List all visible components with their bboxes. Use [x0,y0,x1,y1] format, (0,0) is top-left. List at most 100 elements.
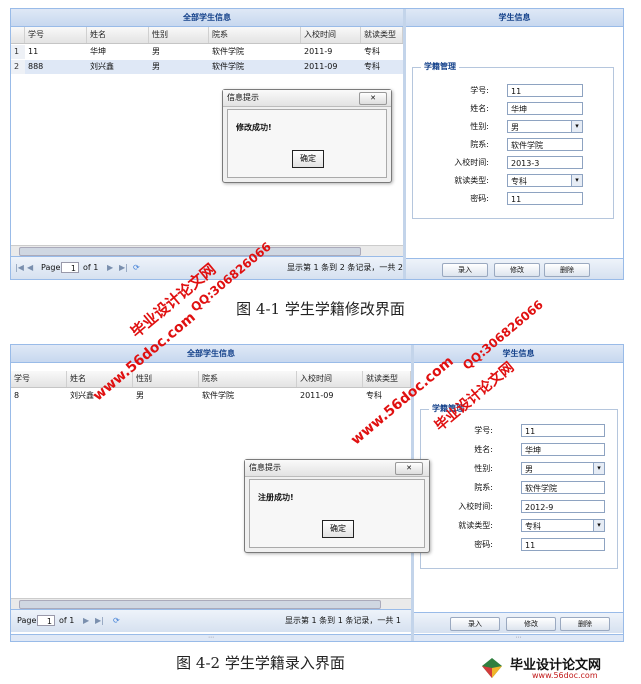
close-icon[interactable]: ✕ [395,462,423,475]
prev-page-icon[interactable]: ◀ [27,257,33,279]
enroll-date-input[interactable]: 2012-9 [521,500,605,513]
enroll-date-input[interactable]: 2013-3 [507,156,583,169]
next-page-icon[interactable]: ▶ [107,257,113,279]
student-form-panel: 学生信息 学籍管理 学号: 11 姓名: 华坤 性别: 男 ▾ 院系: 软件学院 … [411,345,623,641]
add-button[interactable]: 录入 [442,263,488,277]
refresh-icon[interactable]: ⟳ [133,257,140,279]
page-label: Page [17,616,37,625]
page-number-input[interactable]: 1 [61,262,79,273]
dialog-message: 修改成功! [236,123,272,132]
gender-select[interactable]: 男 ▾ [521,462,605,475]
grid-header: 学号 姓名 性别 院系 入校时间 就读类型 [11,371,411,388]
gender-value: 男 [511,123,519,132]
last-page-icon[interactable]: ▶| [119,257,128,279]
form-toolbar: 录入 修改 删除 [414,612,623,633]
page-number-input[interactable]: 1 [37,615,55,626]
dialog-body: 修改成功! 确定 [227,109,387,178]
row-number: 1 [11,45,25,59]
dept-input[interactable]: 软件学院 [507,138,583,151]
field-label: 密码: [470,194,489,203]
ok-button[interactable]: 确定 [322,520,354,538]
message-dialog: 信息提示 ✕ 修改成功! 确定 [222,89,392,183]
chevron-down-icon[interactable]: ▾ [593,520,604,531]
panel-splitter[interactable]: ⋯ [414,634,623,641]
col-header-date[interactable]: 入校时间 [297,371,363,387]
cell-dept: 软件学院 [212,62,244,71]
delete-button[interactable]: 删除 [560,617,610,631]
modify-button[interactable]: 修改 [494,263,540,277]
cell-date: 2011-09 [304,62,338,71]
cell-dept: 软件学院 [212,47,244,56]
chevron-down-icon[interactable]: ▾ [571,121,582,132]
col-header-dept[interactable]: 院系 [199,371,297,387]
first-page-icon[interactable]: |◀ [15,257,24,279]
col-header-id[interactable]: 学号 [11,371,67,387]
col-header-date[interactable]: 入校时间 [301,27,361,43]
field-label: 姓名: [470,104,489,113]
field-label: 学号: [474,426,493,435]
row-number: 2 [11,60,25,74]
table-row[interactable]: 8 刘兴鑫 男 软件学院 2011-09 专科 [11,389,411,403]
name-input[interactable]: 华坤 [507,102,583,115]
grid-title: 全部学生信息 [11,345,411,363]
add-button[interactable]: 录入 [450,617,500,631]
screenshot-modify: 全部学生信息 学号 姓名 性别 院系 入校时间 就读类型 1 11 华坤 男 软… [10,8,624,280]
horizontal-scrollbar[interactable] [11,598,411,609]
password-input[interactable]: 11 [507,192,583,205]
form-fieldset: 学籍管理 学号: 11 姓名: 华坤 性别: 男 ▾ 院系: 软件学院 入校时间:… [420,403,618,569]
scrollbar-thumb[interactable] [19,600,381,609]
panel-splitter[interactable]: ⋯ [11,634,411,641]
student-form-panel: 学生信息 学籍管理 学号: 11 姓名: 华坤 性别: 男 ▾ 院系: 软件学院 … [403,9,623,279]
grid-header: 学号 姓名 性别 院系 入校时间 就读类型 [11,27,403,44]
cell-gender: 男 [136,391,144,400]
col-header-type[interactable]: 就读类型 [361,27,403,43]
study-type-select[interactable]: 专科 ▾ [521,519,605,532]
site-logo: 毕业设计论文网 www.56doc.com [478,654,638,682]
cell-type: 专科 [364,62,380,71]
dept-input[interactable]: 软件学院 [521,481,605,494]
field-label: 入校时间: [454,158,489,167]
modify-button[interactable]: 修改 [506,617,556,631]
password-input[interactable]: 11 [521,538,605,551]
gender-select[interactable]: 男 ▾ [507,120,583,133]
field-label: 就读类型: [454,176,489,185]
close-icon[interactable]: ✕ [359,92,387,105]
horizontal-scrollbar[interactable] [11,245,403,256]
col-header-type[interactable]: 就读类型 [363,371,411,387]
chevron-down-icon[interactable]: ▾ [571,175,582,186]
field-label: 入校时间: [458,502,493,511]
fieldset-legend: 学籍管理 [421,61,459,72]
col-header-id[interactable]: 学号 [25,27,87,43]
study-type-select[interactable]: 专科 ▾ [507,174,583,187]
field-label: 院系: [474,483,493,492]
col-header-gender[interactable]: 性别 [133,371,199,387]
next-page-icon[interactable]: ▶ [83,610,89,632]
col-header-name[interactable]: 姓名 [87,27,149,43]
last-page-icon[interactable]: ▶| [95,610,104,632]
col-header-gender[interactable]: 性别 [149,27,209,43]
table-row[interactable]: 2 888 刘兴鑫 男 软件学院 2011-09 专科 [11,60,403,74]
chevron-down-icon[interactable]: ▾ [593,463,604,474]
diamond-logo-icon [482,658,502,678]
refresh-icon[interactable]: ⟳ [113,610,120,632]
cell-id: 888 [28,62,44,71]
table-row[interactable]: 1 11 华坤 男 软件学院 2011-9 专科 [11,45,403,59]
cell-id: 11 [28,47,39,56]
cell-gender: 男 [152,47,160,56]
rownum-header [11,27,25,43]
study-type-value: 专科 [511,177,527,186]
ok-button[interactable]: 确定 [292,150,324,168]
scrollbar-thumb[interactable] [19,247,361,256]
cell-date: 2011-9 [304,47,333,56]
name-input[interactable]: 华坤 [521,443,605,456]
student-id-input[interactable]: 11 [521,424,605,437]
form-fieldset: 学籍管理 学号: 11 姓名: 华坤 性别: 男 ▾ 院系: 软件学院 入校时间:… [412,61,614,219]
student-id-input[interactable]: 11 [507,84,583,97]
field-label: 密码: [474,540,493,549]
page-of-label: of 1 [83,263,99,272]
delete-button[interactable]: 删除 [544,263,590,277]
col-header-dept[interactable]: 院系 [209,27,301,43]
cell-type: 专科 [364,47,380,56]
cell-name: 刘兴鑫 [90,62,114,71]
grid-title: 全部学生信息 [11,9,403,27]
